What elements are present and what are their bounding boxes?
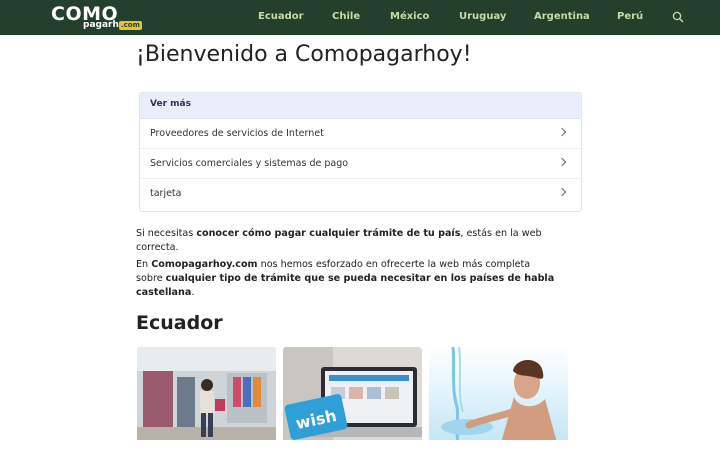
article-card-water[interactable] [429,347,568,450]
list-item-tarjeta[interactable]: tarjeta [140,179,581,209]
list-item-payment-systems[interactable]: Servicios comerciales y sistemas de pago [140,149,581,179]
intro-text: Si necesitas [136,228,197,239]
section-title-ecuador: Ecuador [136,312,223,334]
water-splash-image [429,347,568,450]
top-navigation-bar: COMO pagarhoy .com Ecuador Chile México … [0,0,720,35]
intro-emphasis: conocer cómo pagar cualquier trámite de … [196,228,461,239]
chevron-right-icon [557,157,567,167]
nav-link-chile[interactable]: Chile [332,11,360,22]
wish-laptop-image: wish [283,347,422,450]
intro-text: . [191,287,195,298]
card-caption-strip [283,440,422,450]
chevron-right-icon [557,187,567,197]
card-caption-strip [137,440,276,450]
search-icon[interactable] [672,11,684,23]
intro-text: En [136,259,152,270]
nav-link-uruguay[interactable]: Uruguay [459,11,506,22]
chevron-right-icon [557,127,567,137]
logo-tld-badge: .com [119,21,142,30]
site-logo[interactable]: COMO pagarhoy .com [51,3,143,32]
intro-paragraph-2: En Comopagarhoy.com nos hemos esforzado … [136,258,556,300]
nav-link-mexico[interactable]: México [390,11,429,22]
site-name-emphasis: Comopagarhoy.com [151,259,258,270]
nav-link-ecuador[interactable]: Ecuador [258,11,304,22]
page-title: ¡Bienvenido a Comopagarhoy! [136,42,472,67]
see-more-heading: Ver más [140,93,581,119]
article-card-wish[interactable]: wish [283,347,422,450]
list-item-label: Servicios comerciales y sistemas de pago [150,158,349,169]
article-card-store[interactable] [137,347,276,450]
list-item-label: Proveedores de servicios de Internet [150,128,324,139]
list-item-label: tarjeta [150,188,182,199]
list-item-internet-providers[interactable]: Proveedores de servicios de Internet [140,119,581,149]
nav-link-peru[interactable]: Perú [617,11,643,22]
store-shopping-image [137,347,276,450]
intro-emphasis: cualquier tipo de trámite que se pueda n… [136,273,555,298]
nav-link-argentina[interactable]: Argentina [534,11,590,22]
intro-paragraph-1: Si necesitas conocer cómo pagar cualquie… [136,227,576,255]
see-more-card: Ver más Proveedores de servicios de Inte… [139,92,582,212]
card-caption-strip [429,440,568,450]
